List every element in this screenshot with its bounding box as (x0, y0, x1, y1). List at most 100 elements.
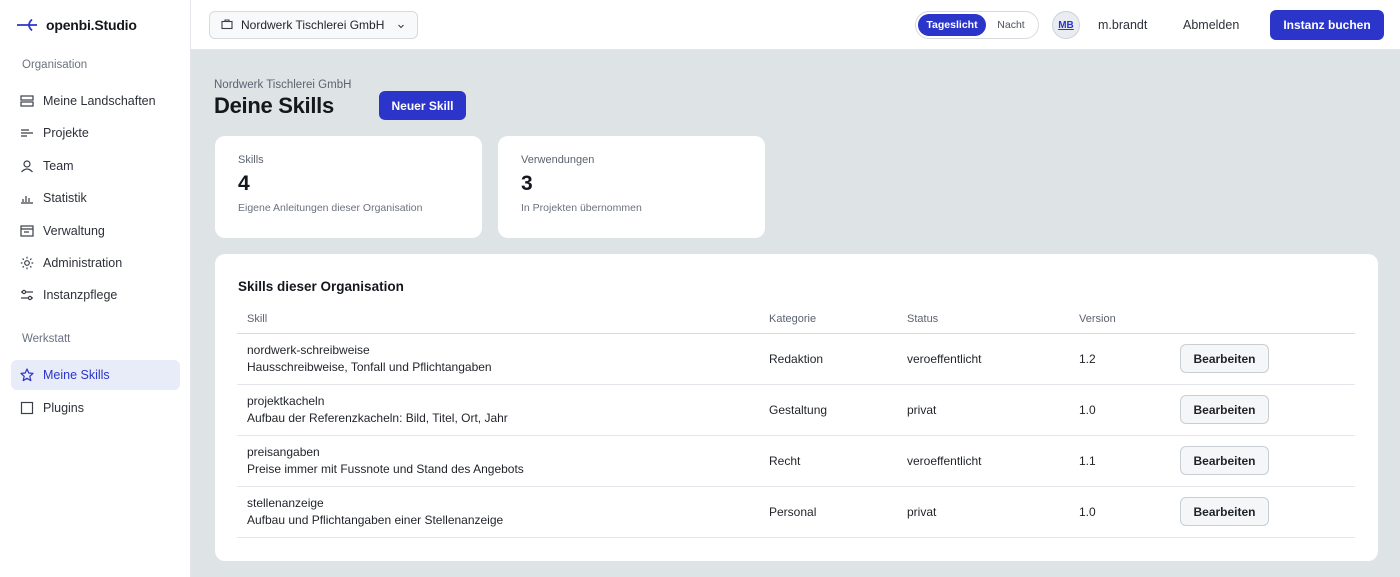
skill-cell: nordwerk-schreibweise Hausschreibweise, … (237, 333, 759, 385)
skill-desc: Hausschreibweise, Tonfall und Pflichtang… (247, 359, 492, 374)
sidebar-item-meine-skills[interactable]: Meine Skills (11, 360, 180, 390)
status-cell: veroeffentlicht (897, 333, 1069, 385)
actions-cell: Bearbeiten (1170, 384, 1355, 436)
sidebar-item-label: Instanzpflege (43, 288, 118, 302)
skills-table-card: Skills dieser Organisation Skill Kategor… (215, 254, 1378, 561)
sidebar-item-label: Statistik (43, 191, 87, 205)
skills-table: Skill Kategorie Status Version nordwerk-… (237, 306, 1355, 538)
sidebar-item-plugins[interactable]: Plugins (11, 393, 180, 423)
nav-section-organisation: Organisation (22, 59, 88, 71)
version-cell: 1.2 (1069, 333, 1170, 385)
username: m.brandt (1098, 18, 1148, 32)
sidebar-item-label: Team (43, 159, 74, 173)
sidebar-item-label: Meine Landschaften (43, 94, 156, 108)
layers-icon (20, 94, 34, 108)
bar-chart-icon (20, 191, 34, 205)
column-header-actions (1170, 306, 1355, 334)
status-cell: privat (897, 486, 1069, 538)
logo-icon (16, 18, 38, 32)
sidebar-item-label: Verwaltung (43, 224, 105, 238)
column-header-kategorie: Kategorie (759, 306, 897, 334)
category-cell: Recht (759, 435, 897, 487)
book-instance-button[interactable]: Instanz buchen (1270, 10, 1384, 40)
table-row: projektkacheln Aufbau der Referenzkachel… (237, 384, 1355, 436)
category-cell: Gestaltung (759, 384, 897, 436)
new-skill-button[interactable]: Neuer Skill (379, 91, 466, 120)
status-cell: veroeffentlicht (897, 435, 1069, 487)
sidebar-item-meine-landschaften[interactable]: Meine Landschaften (11, 86, 180, 116)
star-icon (20, 368, 34, 382)
skill-cell: preisangaben Preise immer mit Fussnote u… (237, 435, 759, 487)
table-title: Skills dieser Organisation (238, 279, 404, 294)
skill-desc: Preise immer mit Fussnote und Stand des … (247, 461, 524, 476)
edit-button[interactable]: Bearbeiten (1180, 344, 1269, 373)
stat-desc: Eigene Anleitungen dieser Organisation (238, 202, 423, 214)
gear-icon (20, 256, 34, 270)
theme-toggle: Tageslicht Nacht (915, 11, 1039, 39)
sidebar: openbi.Studio Organisation Meine Landsch… (0, 0, 191, 577)
version-cell: 1.0 (1069, 384, 1170, 436)
app-name: openbi.Studio (46, 17, 137, 33)
stat-value: 3 (521, 172, 533, 195)
category-cell: Personal (759, 486, 897, 538)
skill-name: nordwerk-schreibweise (247, 342, 370, 357)
logout-link[interactable]: Abmelden (1183, 18, 1239, 32)
actions-cell: Bearbeiten (1170, 435, 1355, 487)
skill-cell: projektkacheln Aufbau der Referenzkachel… (237, 384, 759, 436)
sidebar-item-projekte[interactable]: Projekte (11, 118, 180, 148)
stat-label: Verwendungen (521, 154, 595, 166)
edit-button[interactable]: Bearbeiten (1180, 395, 1269, 424)
stat-card-skills: Skills 4 Eigene Anleitungen dieser Organ… (215, 136, 482, 238)
org-name: Nordwerk Tischlerei GmbH (214, 79, 352, 91)
sidebar-item-team[interactable]: Team (11, 151, 180, 181)
version-cell: 1.1 (1069, 435, 1170, 487)
skill-desc: Aufbau und Pflichtangaben einer Stellena… (247, 512, 504, 527)
table-row: nordwerk-schreibweise Hausschreibweise, … (237, 333, 1355, 385)
skill-desc: Aufbau der Referenzkacheln: Bild, Titel,… (247, 410, 508, 425)
skill-name: preisangaben (247, 444, 320, 459)
sidebar-item-instanzpflege[interactable]: Instanzpflege (11, 280, 180, 310)
table-header-row: Skill Kategorie Status Version (237, 306, 1355, 334)
topbar: Nordwerk Tischlerei GmbH Tageslicht Nach… (191, 0, 1400, 50)
actions-cell: Bearbeiten (1170, 333, 1355, 385)
table-row: stellenanzeige Aufbau und Pflichtangaben… (237, 486, 1355, 538)
sidebar-item-statistik[interactable]: Statistik (11, 183, 180, 213)
column-header-status: Status (897, 306, 1069, 334)
avatar[interactable]: MB (1052, 11, 1080, 39)
stat-desc: In Projekten übernommen (521, 202, 642, 214)
square-icon (20, 401, 34, 415)
sidebar-item-administration[interactable]: Administration (11, 248, 180, 278)
edit-button[interactable]: Bearbeiten (1180, 497, 1269, 526)
sidebar-item-verwaltung[interactable]: Verwaltung (11, 216, 180, 246)
status-cell: privat (897, 384, 1069, 436)
actions-cell: Bearbeiten (1170, 486, 1355, 538)
stat-label: Skills (238, 154, 264, 166)
sidebar-item-label: Administration (43, 256, 123, 270)
chevron-down-icon (396, 20, 406, 34)
column-header-skill: Skill (237, 306, 759, 334)
stat-card-verwendungen: Verwendungen 3 In Projekten übernommen (498, 136, 765, 238)
theme-day-option[interactable]: Tageslicht (918, 14, 986, 36)
skill-name: stellenanzeige (247, 495, 324, 510)
window-icon (20, 224, 34, 238)
sidebar-item-label: Projekte (43, 126, 89, 140)
nav-section-werkstatt: Werkstatt (22, 333, 71, 345)
table-row: preisangaben Preise immer mit Fussnote u… (237, 435, 1355, 487)
theme-night-option[interactable]: Nacht (986, 14, 1036, 36)
app-logo[interactable]: openbi.Studio (16, 15, 137, 35)
category-cell: Redaktion (759, 333, 897, 385)
stat-value: 4 (238, 172, 250, 195)
column-header-version: Version (1069, 306, 1170, 334)
page-title: Deine Skills (214, 93, 334, 118)
sidebar-item-label: Meine Skills (43, 368, 110, 382)
version-cell: 1.0 (1069, 486, 1170, 538)
sliders-icon (20, 288, 34, 302)
skill-name: projektkacheln (247, 393, 325, 408)
briefcase-icon (221, 18, 233, 33)
sidebar-item-label: Plugins (43, 401, 84, 415)
edit-button[interactable]: Bearbeiten (1180, 446, 1269, 475)
org-select[interactable]: Nordwerk Tischlerei GmbH (209, 11, 418, 39)
user-icon (20, 159, 34, 173)
list-icon (20, 126, 34, 140)
skill-cell: stellenanzeige Aufbau und Pflichtangaben… (237, 486, 759, 538)
